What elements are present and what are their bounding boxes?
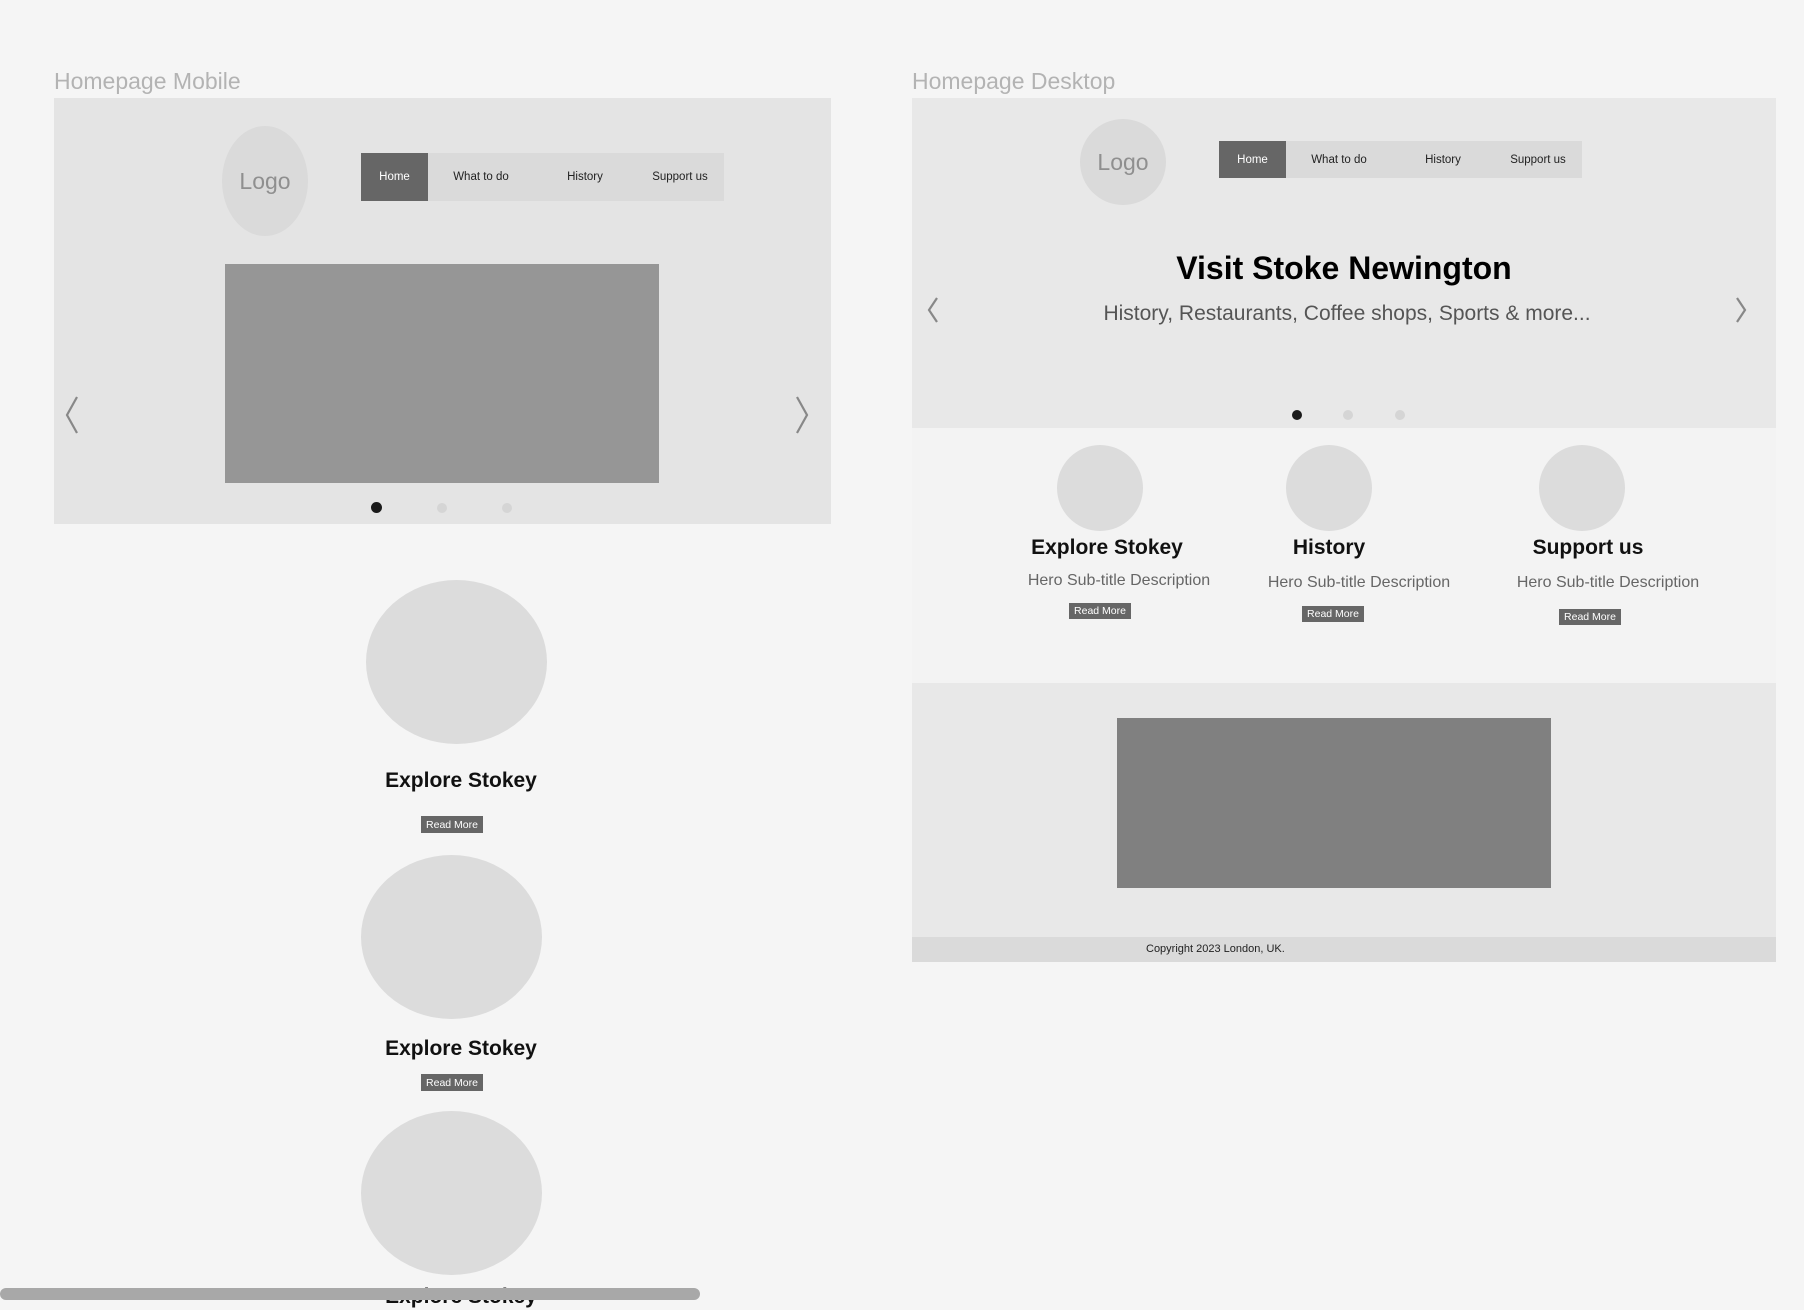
read-more-button[interactable]: Read More <box>421 816 483 833</box>
mobile-hero-image <box>225 264 659 483</box>
feature-image <box>1286 445 1372 531</box>
mobile-card-title: Explore Stokey <box>385 769 537 792</box>
feature-title: Support us <box>1532 536 1644 559</box>
read-more-button[interactable]: Read More <box>1069 603 1131 619</box>
hero-subtitle: History, Restaurants, Coffee shops, Spor… <box>1103 302 1591 325</box>
nav-item-what-to-do[interactable]: What to do <box>428 153 534 201</box>
carousel-dot-1[interactable] <box>1292 410 1302 420</box>
mobile-card-image <box>361 855 542 1019</box>
mobile-card-title: Explore Stokey <box>385 1037 537 1060</box>
mobile-card-image <box>366 580 547 744</box>
desktop-frame-title: Homepage Desktop <box>912 68 1116 94</box>
desktop-hero-section: Logo Home What to do History Support us … <box>912 98 1776 428</box>
nav-item-support-us[interactable]: Support us <box>636 153 724 201</box>
desktop-media-section <box>912 683 1776 937</box>
chevron-right-icon[interactable] <box>794 395 810 435</box>
chevron-left-icon[interactable] <box>926 296 940 324</box>
read-more-button[interactable]: Read More <box>1302 606 1364 622</box>
nav-item-history[interactable]: History <box>1392 141 1494 178</box>
carousel-dot-3[interactable] <box>1395 410 1405 420</box>
desktop-logo[interactable]: Logo <box>1080 119 1166 205</box>
horizontal-scrollbar[interactable] <box>0 1288 700 1300</box>
carousel-dot-2[interactable] <box>1343 410 1353 420</box>
desktop-nav: Home What to do History Support us <box>1219 141 1582 178</box>
feature-subtitle: Hero Sub-title Description <box>1267 574 1451 591</box>
carousel-dot-1[interactable] <box>371 502 382 513</box>
carousel-dot-3[interactable] <box>502 503 512 513</box>
feature-image <box>1057 445 1143 531</box>
nav-item-what-to-do[interactable]: What to do <box>1286 141 1392 178</box>
chevron-left-icon[interactable] <box>64 395 80 435</box>
mobile-frame-title: Homepage Mobile <box>54 68 241 94</box>
mobile-card-image <box>361 1111 542 1275</box>
carousel-dot-2[interactable] <box>437 503 447 513</box>
nav-item-support-us[interactable]: Support us <box>1494 141 1582 178</box>
nav-item-home[interactable]: Home <box>361 153 428 201</box>
footer: Copyright 2023 London, UK. <box>912 937 1776 962</box>
feature-image <box>1539 445 1625 531</box>
mobile-hero-section: Logo Home What to do History Support us <box>54 98 831 524</box>
footer-copyright: Copyright 2023 London, UK. <box>1146 943 1285 955</box>
mobile-logo-text: Logo <box>239 167 291 194</box>
mobile-logo[interactable]: Logo <box>222 126 308 236</box>
read-more-button[interactable]: Read More <box>1559 609 1621 625</box>
mobile-nav: Home What to do History Support us <box>361 153 724 201</box>
feature-subtitle: Hero Sub-title Description <box>1027 572 1211 589</box>
feature-title: History <box>1292 536 1366 559</box>
chevron-right-icon[interactable] <box>1734 296 1748 324</box>
hero-title: Visit Stoke Newington <box>1176 250 1512 286</box>
feature-title: Explore Stokey <box>1031 536 1183 559</box>
nav-item-home[interactable]: Home <box>1219 141 1286 178</box>
feature-subtitle: Hero Sub-title Description <box>1516 574 1700 591</box>
read-more-button[interactable]: Read More <box>421 1074 483 1091</box>
nav-item-history[interactable]: History <box>534 153 636 201</box>
desktop-logo-text: Logo <box>1097 148 1149 175</box>
video-placeholder[interactable] <box>1117 718 1551 888</box>
